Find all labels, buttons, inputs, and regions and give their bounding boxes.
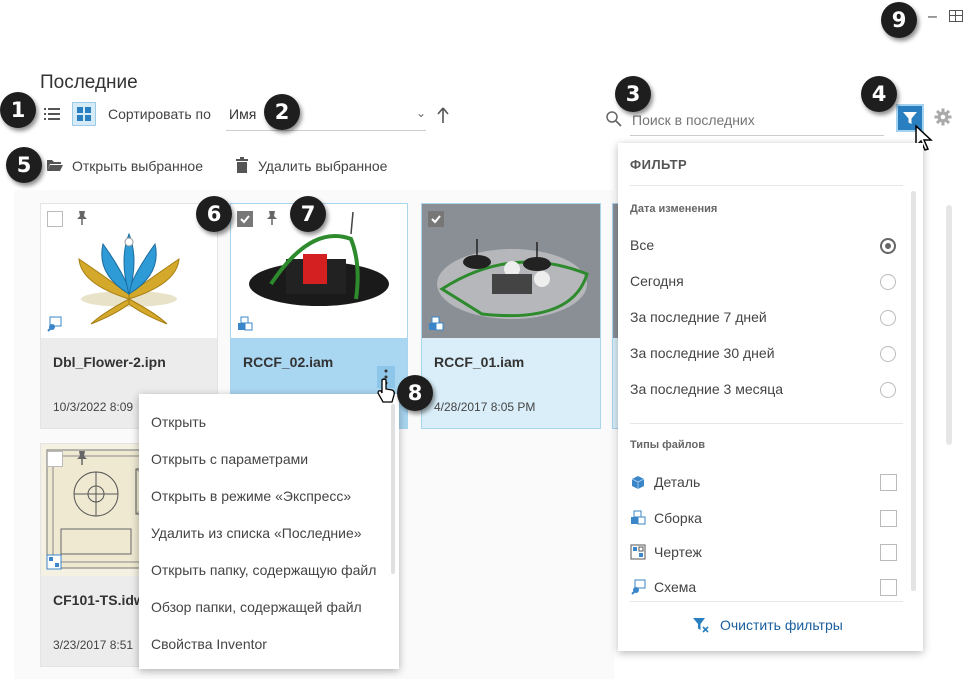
menu-item-inventor-properties[interactable]: Свойства Inventor (151, 636, 267, 652)
callout-7: 7 (290, 196, 326, 232)
type-drawing-checkbox[interactable] (880, 544, 897, 561)
callout-5: 5 (6, 147, 42, 183)
date-option-today[interactable]: Сегодня (630, 273, 684, 289)
file-name: Dbl_Flower-2.ipn (53, 354, 166, 370)
pin-icon[interactable] (265, 210, 279, 231)
file-name: CF101-TS.idw (53, 592, 145, 608)
filter-title: ФИЛЬТР (630, 157, 688, 172)
callout-8: 8 (397, 375, 433, 411)
date-option-3-months[interactable]: За последние 3 месяца (630, 381, 783, 397)
date-option-all[interactable]: Все (630, 237, 654, 253)
presentation-file-icon (46, 316, 62, 337)
pin-icon[interactable] (75, 450, 89, 471)
pin-icon[interactable] (75, 210, 89, 231)
open-selected-button[interactable]: Открыть выбранное (72, 158, 203, 174)
assembly-icon (630, 510, 646, 531)
search-input[interactable] (630, 105, 884, 136)
type-part-checkbox[interactable] (880, 474, 897, 491)
sort-dropdown[interactable]: Имя ⌄ (226, 102, 426, 131)
type-part-label: Деталь (654, 474, 701, 490)
context-menu: Открыть Открыть с параметрами Открыть в … (139, 394, 399, 669)
page-scrollbar[interactable] (946, 205, 952, 445)
type-drawing-label: Чертеж (654, 544, 702, 560)
type-presentation-checkbox[interactable] (880, 579, 897, 596)
menu-item-open-with-options[interactable]: Открыть с параметрами (151, 451, 308, 467)
radio-today[interactable] (880, 274, 896, 290)
restore-button[interactable] (949, 10, 963, 22)
divider (630, 185, 903, 186)
chevron-down-icon: ⌄ (415, 106, 426, 120)
menu-item-browse-folder[interactable]: Обзор папки, содержащей файл (151, 599, 362, 615)
delete-selected-button[interactable]: Удалить выбранное (258, 158, 387, 174)
callout-6: 6 (196, 196, 232, 232)
card-checkbox[interactable] (47, 211, 63, 227)
callout-9: 9 (881, 2, 917, 38)
radio-30-days[interactable] (880, 346, 896, 362)
types-section-label: Типы файлов (630, 439, 705, 451)
file-date: 4/28/2017 8:05 PM (434, 400, 536, 414)
file-date: 3/23/2017 8:51 (53, 638, 134, 652)
card-checkbox[interactable] (47, 451, 63, 467)
file-name: RCCF_01.iam (434, 354, 525, 370)
file-thumbnail (422, 204, 600, 338)
date-option-7-days[interactable]: За последние 7 дней (630, 309, 767, 325)
divider (630, 423, 903, 424)
type-assembly-label: Сборка (654, 510, 702, 526)
callout-2: 2 (264, 94, 300, 130)
callout-3: 3 (615, 76, 651, 112)
date-section-label: Дата изменения (630, 203, 718, 215)
callout-1: 1 (0, 92, 36, 128)
assembly-file-icon (237, 316, 253, 337)
list-view-icon[interactable] (44, 107, 60, 121)
page-title: Последние (40, 72, 138, 93)
card-checkbox[interactable] (428, 211, 444, 227)
menu-item-open-containing-folder[interactable]: Открыть папку, содержащую файл (151, 562, 376, 578)
minimize-button[interactable]: – (928, 8, 937, 26)
file-info: RCCF_01.iam 4/28/2017 8:05 PM (422, 338, 600, 428)
date-option-30-days[interactable]: За последние 30 дней (630, 345, 775, 361)
menu-item-open[interactable]: Открыть (151, 414, 206, 430)
hand-cursor-icon (376, 378, 396, 409)
file-name: RCCF_02.iam (243, 354, 334, 370)
sort-label: Сортировать по (108, 106, 211, 122)
file-date: 10/3/2022 8:09 (53, 400, 134, 414)
card-checkbox[interactable] (237, 211, 253, 227)
clear-filter-icon (692, 617, 710, 638)
divider (630, 601, 903, 602)
menu-scrollbar[interactable] (391, 404, 395, 574)
radio-3-months[interactable] (880, 382, 896, 398)
drawing-icon (630, 544, 646, 565)
type-presentation-label: Схема (654, 579, 697, 595)
gear-icon[interactable] (934, 108, 952, 131)
filter-scrollbar[interactable] (911, 191, 916, 591)
callout-4: 4 (861, 76, 897, 112)
sort-value: Имя (229, 106, 257, 122)
assembly-file-icon (428, 316, 444, 337)
menu-item-open-express[interactable]: Открыть в режиме «Экспресс» (151, 488, 351, 504)
radio-7-days[interactable] (880, 310, 896, 326)
presentation-icon (630, 579, 646, 600)
file-thumbnail (41, 204, 217, 338)
filter-panel: ФИЛЬТР Дата изменения Все Сегодня За пос… (618, 143, 923, 651)
menu-item-remove-from-recent[interactable]: Удалить из списка «Последние» (151, 525, 362, 541)
part-icon (630, 474, 646, 495)
folder-open-icon (46, 158, 64, 177)
radio-all[interactable] (880, 238, 896, 254)
type-assembly-checkbox[interactable] (880, 510, 897, 527)
file-card[interactable]: RCCF_01.iam 4/28/2017 8:05 PM (421, 203, 601, 429)
trash-icon (236, 157, 248, 178)
grid-view-icon[interactable] (72, 102, 96, 126)
clear-filters-button[interactable]: Очистить фильтры (720, 617, 843, 633)
drawing-file-icon (46, 554, 62, 575)
search-icon (605, 110, 623, 133)
sort-direction-icon[interactable] (437, 106, 449, 129)
